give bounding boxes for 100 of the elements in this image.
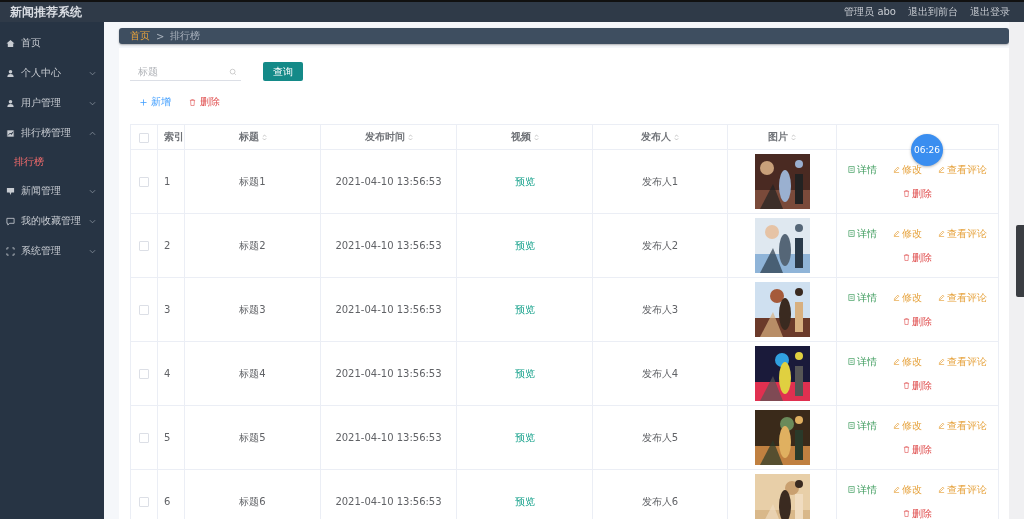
table-cell: 1 <box>164 176 171 187</box>
action-link[interactable]: 详情 <box>848 226 877 241</box>
action-link[interactable]: 详情 <box>848 290 877 305</box>
trash-icon <box>903 254 910 261</box>
checkbox[interactable] <box>139 369 149 379</box>
table-cell: 5 <box>164 432 171 443</box>
action-link[interactable]: 详情 <box>848 162 877 177</box>
preview-link[interactable]: 预览 <box>514 367 535 379</box>
checkbox[interactable] <box>139 433 149 443</box>
preview-link[interactable]: 预览 <box>514 495 535 507</box>
document-icon <box>848 230 855 237</box>
chart-icon <box>6 128 15 138</box>
action-link[interactable]: 详情 <box>848 482 877 497</box>
pencil-icon <box>893 422 900 429</box>
toolbar-button[interactable]: 删除 <box>189 95 220 109</box>
sort-icon[interactable] <box>261 133 267 141</box>
frame-icon <box>6 246 15 256</box>
preview-link[interactable]: 预览 <box>514 239 535 251</box>
table-cell: 2021-04-10 13:56:53 <box>335 432 442 443</box>
table-cell: 2021-04-10 13:56:53 <box>335 304 442 315</box>
column-header[interactable]: 标题 <box>238 130 259 144</box>
table-cell: 发布人3 <box>641 303 679 315</box>
checkbox[interactable] <box>139 241 149 251</box>
pencil-icon <box>893 230 900 237</box>
sidebar-item[interactable]: 用户管理 <box>0 88 104 118</box>
checkbox[interactable] <box>139 132 149 143</box>
chat-icon <box>6 216 15 226</box>
table-cell: 发布人4 <box>641 367 679 379</box>
preview-link[interactable]: 预览 <box>514 175 535 187</box>
search-field[interactable]: 标题 <box>130 62 241 81</box>
action-link[interactable]: 删除 <box>903 314 932 329</box>
search-icon <box>229 67 237 76</box>
chevron-icon <box>89 218 96 224</box>
trash-icon <box>903 510 910 517</box>
chevron-icon <box>89 130 96 136</box>
table-cell: 标题3 <box>239 303 266 315</box>
preview-link[interactable]: 预览 <box>514 303 535 315</box>
toolbar-button[interactable]: 新增 <box>140 95 171 109</box>
action-link[interactable]: 详情 <box>848 354 877 369</box>
sidebar-subitem[interactable]: 排行榜 <box>0 148 104 176</box>
table-cell: 发布人2 <box>641 239 679 251</box>
header-link[interactable]: 退出登录 <box>970 5 1010 19</box>
action-link[interactable]: 查看评论 <box>938 354 987 369</box>
action-link[interactable]: 修改 <box>893 226 922 241</box>
action-link[interactable]: 删除 <box>903 442 932 457</box>
sort-icon[interactable] <box>674 133 679 141</box>
header-link[interactable]: 管理员 abo <box>844 5 896 19</box>
table-cell: 标题2 <box>239 239 266 251</box>
table-cell: 2021-04-10 13:56:53 <box>335 240 442 251</box>
action-link[interactable]: 查看评论 <box>938 290 987 305</box>
sidebar-item[interactable]: 排行榜管理 <box>0 118 104 148</box>
side-handle[interactable] <box>1016 225 1024 297</box>
action-link[interactable]: 修改 <box>893 290 922 305</box>
action-link[interactable]: 查看评论 <box>938 418 987 433</box>
checkbox[interactable] <box>139 497 149 507</box>
action-link[interactable]: 删除 <box>903 378 932 393</box>
document-icon <box>848 294 855 301</box>
action-link[interactable]: 查看评论 <box>938 482 987 497</box>
checkbox[interactable] <box>139 177 149 187</box>
checkbox[interactable] <box>139 305 149 315</box>
document-icon <box>848 486 855 493</box>
query-button[interactable]: 查询 <box>263 62 303 81</box>
user-icon <box>6 98 15 108</box>
chevron-icon <box>89 100 96 106</box>
sidebar-item[interactable]: 新闻管理 <box>0 176 104 206</box>
column-header[interactable]: 图片 <box>768 130 788 144</box>
table-cell: 标题5 <box>239 431 266 443</box>
action-link[interactable]: 修改 <box>893 482 922 497</box>
chevron-icon <box>89 70 96 76</box>
action-link[interactable]: 详情 <box>848 418 877 433</box>
chevron-icon <box>89 248 96 254</box>
action-link[interactable]: 查看评论 <box>938 226 987 241</box>
action-link[interactable]: 修改 <box>893 418 922 433</box>
table-cell: 2021-04-10 13:56:53 <box>335 368 442 379</box>
sort-icon[interactable] <box>791 133 796 141</box>
action-link[interactable]: 删除 <box>903 506 932 519</box>
action-link[interactable]: 删除 <box>903 186 932 201</box>
column-header[interactable]: 发布人 <box>641 130 671 144</box>
pencil-icon <box>893 358 900 365</box>
message-icon <box>6 186 15 196</box>
column-header[interactable]: 视频 <box>510 130 531 144</box>
trash-icon <box>903 446 910 453</box>
column-header[interactable]: 发布时间 <box>364 130 405 144</box>
document-icon <box>848 422 855 429</box>
breadcrumb-link[interactable]: 首页 <box>130 29 150 43</box>
table-cell: 标题4 <box>239 367 266 379</box>
action-link[interactable]: 删除 <box>903 250 932 265</box>
sidebar-item[interactable]: 个人中心 <box>0 58 104 88</box>
action-link[interactable]: 修改 <box>893 354 922 369</box>
sort-icon[interactable] <box>533 133 539 141</box>
sidebar-item[interactable]: 系统管理 <box>0 236 104 266</box>
pencil-icon <box>938 486 945 493</box>
pencil-icon <box>938 230 945 237</box>
preview-link[interactable]: 预览 <box>514 431 535 443</box>
pencil-icon <box>893 166 900 173</box>
header-link[interactable]: 退出到前台 <box>908 5 958 19</box>
sidebar-item[interactable]: 首页 <box>0 28 104 58</box>
sort-icon[interactable] <box>407 133 413 141</box>
sidebar-item[interactable]: 我的收藏管理 <box>0 206 104 236</box>
table-cell: 4 <box>164 368 171 379</box>
